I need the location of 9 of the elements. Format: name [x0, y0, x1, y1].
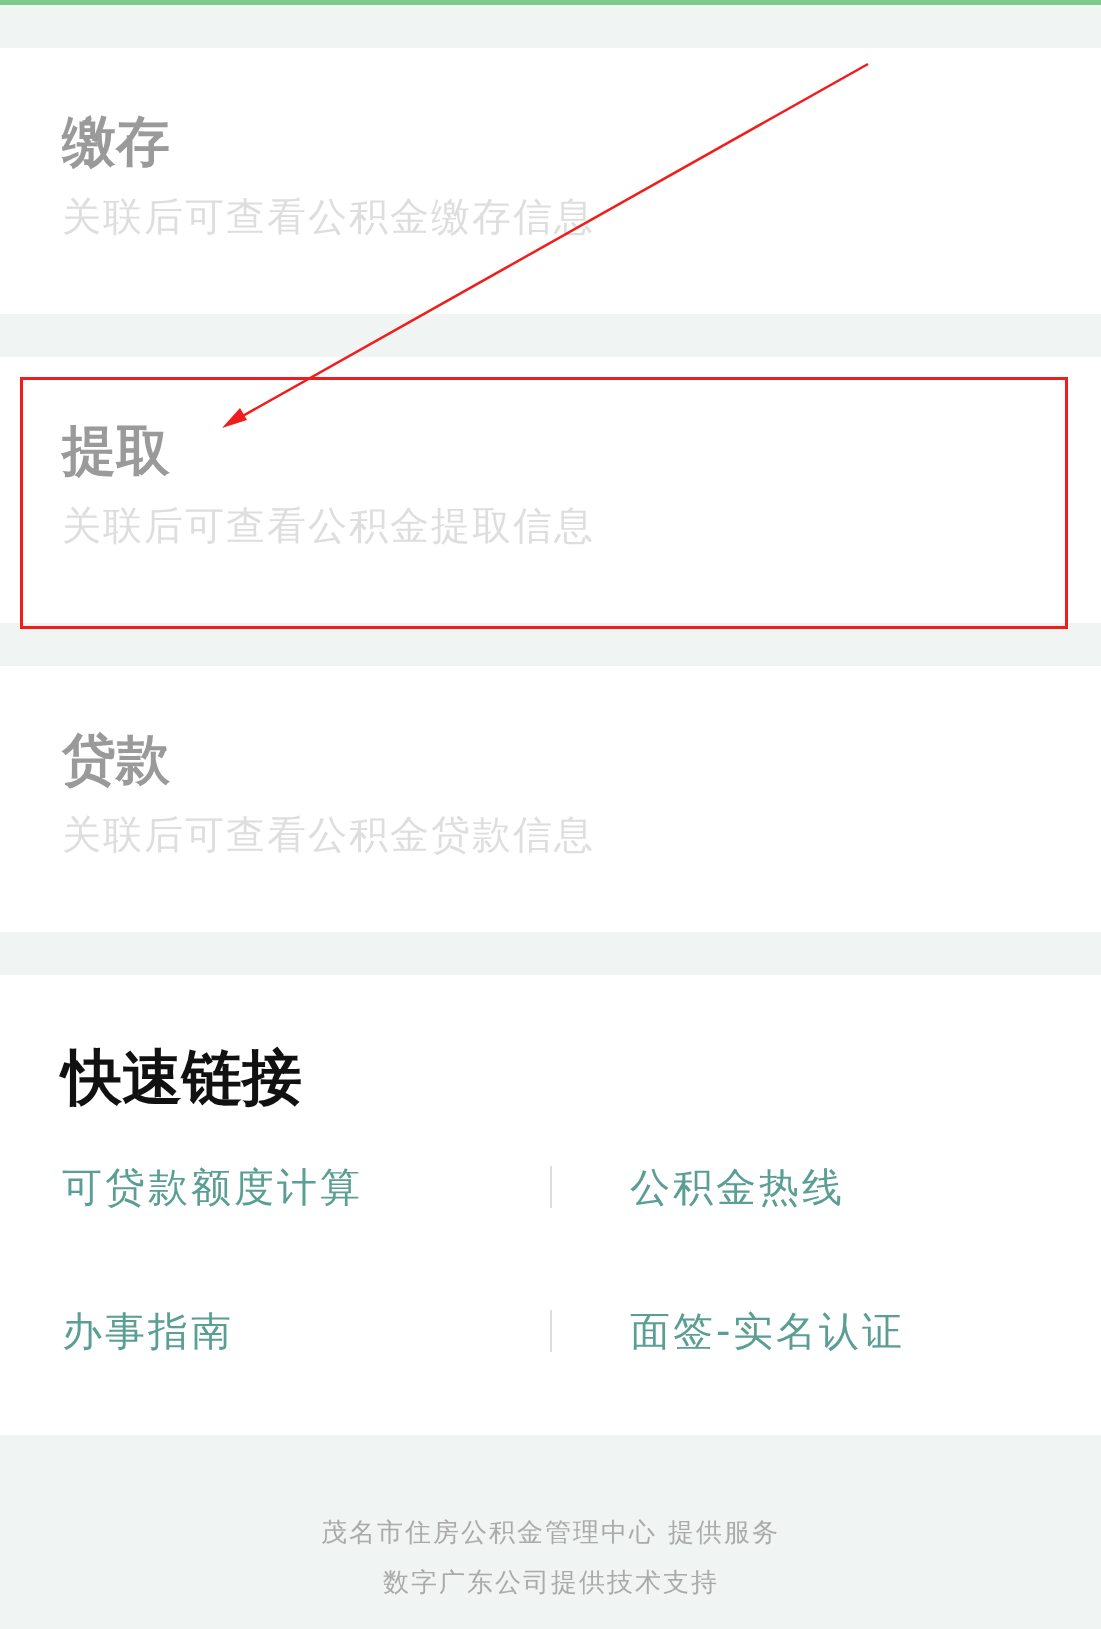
quick-link[interactable]: 公积金热线: [630, 1155, 845, 1219]
card-title: 贷款: [62, 727, 171, 793]
quick-link[interactable]: 可贷款额度计算: [62, 1155, 363, 1219]
footer-text: 茂名市住房公积金管理中心 提供服务: [321, 1516, 780, 1549]
card-title: 缴存: [62, 109, 171, 175]
card-title: 提取: [62, 418, 171, 484]
quick-link[interactable]: 面签-实名认证: [630, 1299, 906, 1363]
footer-text: 数字广东公司提供技术支持: [382, 1566, 719, 1599]
quick-link[interactable]: 办事指南: [62, 1299, 234, 1363]
